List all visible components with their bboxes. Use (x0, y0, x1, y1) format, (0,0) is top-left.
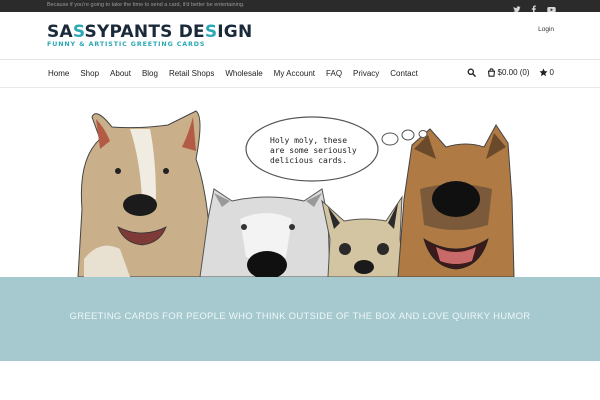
cart-link[interactable]: $0.00 (0) (487, 68, 530, 77)
speech-line-2: are some seriously (270, 146, 357, 155)
shopping-bag-icon (487, 68, 496, 77)
logo-subtitle: FUNNY & ARTISTIC GREETING CARDS (47, 41, 206, 48)
dogs-illustration: Holy moly, these are some seriously deli… (77, 110, 515, 277)
nav-item-contact[interactable]: Contact (390, 69, 418, 78)
speech-line-3: delicious cards. (270, 156, 347, 165)
site-logo[interactable]: SASSYPANTS DESIGN FUNNY & ARTISTIC GREET… (47, 24, 252, 50)
top-bar: Because if you're going to take the time… (0, 0, 600, 14)
nav-item-retail-shops[interactable]: Retail Shops (169, 69, 214, 78)
login-link[interactable]: Login (538, 26, 554, 33)
facebook-icon[interactable] (530, 1, 538, 14)
speech-line-1: Holy moly, these (270, 136, 347, 145)
bull-terrier-dog (77, 110, 213, 277)
nav-item-wholesale[interactable]: Wholesale (225, 69, 262, 78)
star-icon (539, 68, 548, 77)
hero-illustration: Holy moly, these are some seriously deli… (0, 89, 600, 277)
husky-dog (199, 188, 331, 277)
chihuahua-dog (321, 195, 405, 277)
nav-item-shop[interactable]: Shop (80, 69, 99, 78)
main-nav: Home Shop About Blog Retail Shops Wholes… (0, 61, 600, 88)
nav-item-privacy[interactable]: Privacy (353, 69, 379, 78)
cart-total: $0.00 (0) (497, 68, 530, 77)
german-shepherd-dog (397, 124, 515, 277)
nav-items: Home Shop About Blog Retail Shops Wholes… (48, 69, 429, 78)
twitter-icon[interactable] (513, 1, 521, 13)
nav-item-faq[interactable]: FAQ (326, 69, 342, 78)
wishlist-link[interactable]: 0 (539, 68, 554, 77)
logo-wordmark: SASSYPANTS DESIGN (47, 22, 253, 42)
search-icon[interactable] (467, 68, 476, 77)
youtube-icon[interactable] (547, 1, 556, 13)
nav-actions: $0.00 (0) 0 (467, 68, 554, 77)
nav-item-about[interactable]: About (110, 69, 131, 78)
nav-item-blog[interactable]: Blog (142, 69, 158, 78)
wishlist-count: 0 (549, 68, 554, 77)
tagline: Because if you're going to take the time… (47, 2, 245, 8)
site-header: SASSYPANTS DESIGN FUNNY & ARTISTIC GREET… (0, 12, 600, 60)
nav-item-home[interactable]: Home (48, 69, 69, 78)
thought-bubble: Holy moly, these are some seriously deli… (245, 116, 428, 182)
banner-text: GREETING CARDS FOR PEOPLE WHO THINK OUTS… (69, 311, 531, 322)
social-links (513, 1, 556, 14)
tagline-banner: GREETING CARDS FOR PEOPLE WHO THINK OUTS… (0, 277, 600, 361)
nav-item-my-account[interactable]: My Account (274, 69, 315, 78)
